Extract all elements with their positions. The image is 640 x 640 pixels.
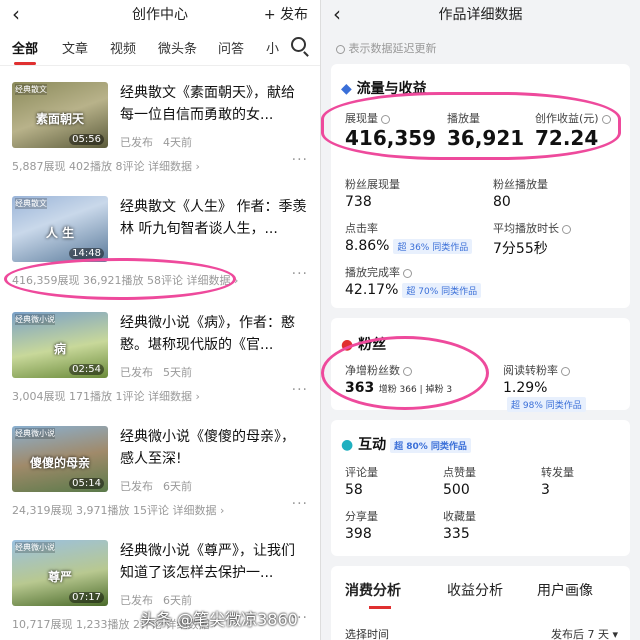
- item-stats[interactable]: 3,004展现 171播放 1评论 详细数据 ›: [12, 388, 200, 404]
- interaction-card: ● 互动超 80% 同类作品 评论量 58 点赞量 500 转发量 3 分享量 398 …: [331, 420, 630, 556]
- video-duration: 05:14: [69, 478, 104, 489]
- tab-all[interactable]: 全部: [12, 38, 38, 57]
- thumbnail-category: 经典散文: [15, 198, 47, 209]
- tab-qa[interactable]: 问答: [218, 38, 244, 57]
- tab-income[interactable]: 收益分析: [447, 580, 503, 600]
- stat-likes: 点赞量 500: [443, 466, 476, 498]
- select-time-label: 选择时间: [345, 628, 389, 640]
- category-tabs: 全部 文章 视频 微头条 问答 小: [0, 32, 320, 66]
- thumbnail-category: 经典散文: [15, 84, 47, 95]
- item-meta: 已发布 6天前: [120, 478, 202, 494]
- flow-icon: ◆: [341, 81, 352, 97]
- highlight-circle: [321, 336, 489, 410]
- stat-forwards: 转发量 3: [541, 466, 574, 498]
- video-thumbnail[interactable]: 经典微小说 病 02:54: [12, 312, 108, 378]
- item-meta: 已发布 5天前: [120, 364, 202, 380]
- watermark: 头条 @笔尖微凉3860: [140, 610, 298, 629]
- tab-user-profile[interactable]: 用户画像: [537, 580, 593, 600]
- more-options-icon[interactable]: ···: [292, 496, 308, 512]
- stat-completion: 播放完成率 42.17% 超 70% 同类作品: [345, 264, 482, 298]
- item-status: 已发布: [120, 136, 153, 149]
- item-title[interactable]: 经典微小说《尊严》，让我们知道了该怎样去保护一...: [120, 540, 308, 586]
- tab-consumption[interactable]: 消费分析: [345, 580, 401, 600]
- stat-favorites: 收藏量 335: [443, 510, 476, 542]
- top-bar: ‹ 创作中心 + 发布: [0, 0, 320, 28]
- stat-fan-plays: 粉丝播放量 80: [493, 178, 548, 210]
- search-icon[interactable]: [291, 37, 306, 52]
- tab-articles[interactable]: 文章: [62, 38, 88, 57]
- highlight-circle: [4, 258, 236, 300]
- stat-avg-time: 平均播放时长 7分55秒: [493, 220, 571, 258]
- clock-icon: [336, 44, 345, 54]
- section-title: ● 互动超 80% 同类作品: [341, 434, 471, 454]
- analysis-tabs: 消费分析 收益分析 用户画像 选择时间 发布后 7 天 ▾: [331, 566, 630, 640]
- tab-videos[interactable]: 视频: [110, 38, 136, 57]
- item-time: 5天前: [163, 366, 192, 379]
- thumbnail-category: 经典微小说: [15, 314, 55, 325]
- item-title[interactable]: 经典微小说《病》，作者：憨憨。堪称现代版的《官...: [120, 312, 308, 358]
- work-detail-panel: ‹ 作品详细数据 表示数据延迟更新 ◆ 流量与收益 展现量 416,359 播放…: [321, 0, 640, 640]
- item-status: 已发布: [120, 366, 153, 379]
- info-icon: [561, 366, 570, 376]
- delay-note: 表示数据延迟更新: [333, 40, 437, 56]
- thumbnail-title: 病: [53, 342, 66, 356]
- thumbnail-title: 尊严: [47, 570, 72, 584]
- thumbnail-title: 素面朝天: [35, 112, 84, 126]
- video-duration: 07:17: [69, 592, 104, 603]
- video-duration: 05:56: [69, 134, 104, 145]
- highlight-circle: [321, 92, 621, 160]
- video-duration: 02:54: [69, 364, 104, 375]
- item-stats[interactable]: 5,887展现 402播放 8评论 详细数据 ›: [12, 158, 200, 174]
- more-options-icon[interactable]: ···: [292, 266, 308, 282]
- stat-read-conversion: 阅读转粉率 1.29%超 98% 同类作品: [503, 362, 630, 412]
- thumbnail-title: 傻傻的母亲: [29, 456, 90, 470]
- page-title: 作品详细数据: [438, 7, 523, 23]
- chat-icon: ●: [341, 437, 354, 453]
- item-title[interactable]: 经典微小说《傻傻的母亲》，感人至深!: [120, 426, 308, 472]
- video-thumbnail[interactable]: 经典散文 人 生 14:48: [12, 196, 108, 262]
- info-icon: [403, 268, 412, 278]
- publish-button[interactable]: + 发布: [264, 4, 308, 24]
- item-time: 4天前: [163, 136, 192, 149]
- info-icon: [562, 224, 571, 234]
- active-tab-indicator: [14, 62, 36, 65]
- stat-ctr: 点击率 8.86% 超 36% 同类作品: [345, 220, 473, 254]
- thumbnail-title: 人 生: [45, 226, 75, 240]
- top-bar: ‹ 作品详细数据: [321, 0, 640, 28]
- more-options-icon[interactable]: ···: [292, 382, 308, 398]
- thumbnail-category: 经典微小说: [15, 542, 55, 553]
- active-tab-indicator: [369, 606, 391, 609]
- video-thumbnail[interactable]: 经典微小说 尊严 07:17: [12, 540, 108, 606]
- stat-fan-impressions: 粉丝展现量 738: [345, 178, 400, 210]
- thumbnail-category: 经典微小说: [15, 428, 55, 439]
- select-time-dropdown[interactable]: 发布后 7 天 ▾: [551, 626, 618, 640]
- tab-micro-posts[interactable]: 微头条: [158, 38, 197, 57]
- tab-more[interactable]: 小: [266, 38, 279, 57]
- item-meta: 已发布 4天前: [120, 134, 202, 150]
- creator-center-panel: ‹ 创作中心 + 发布 全部 文章 视频 微头条 问答 小 经典散文 素面朝天 …: [0, 0, 320, 640]
- item-title[interactable]: 经典散文《素面朝天》，献给每一位自信而勇敢的女...: [120, 82, 308, 128]
- video-thumbnail[interactable]: 经典微小说 傻傻的母亲 05:14: [12, 426, 108, 492]
- item-title[interactable]: 经典散文《人生》 作者：季羡林 听九旬智者谈人生，...: [120, 196, 308, 242]
- stat-comments: 评论量 58: [345, 466, 378, 498]
- item-status: 已发布: [120, 480, 153, 493]
- more-options-icon[interactable]: ···: [292, 152, 308, 168]
- item-time: 6天前: [163, 480, 192, 493]
- video-thumbnail[interactable]: 经典散文 素面朝天 05:56: [12, 82, 108, 148]
- item-stats[interactable]: 24,319展现 3,971播放 15评论 详细数据 ›: [12, 502, 224, 518]
- stat-shares: 分享量 398: [345, 510, 378, 542]
